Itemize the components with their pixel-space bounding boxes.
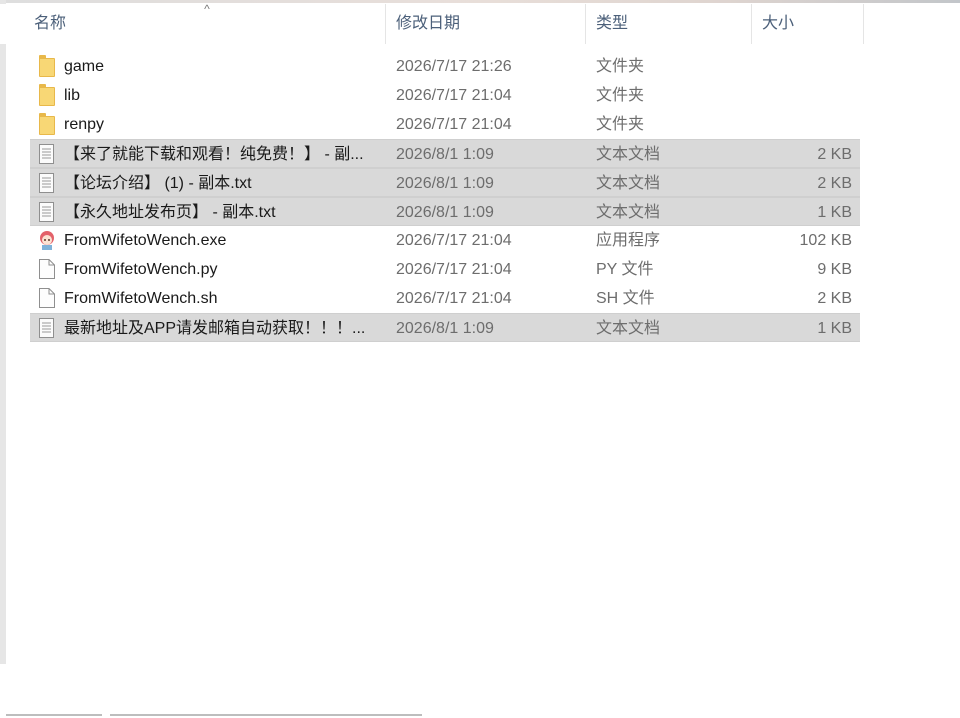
horizontal-scrollbar-thumb[interactable] (110, 714, 422, 716)
file-size: 2 KB (817, 290, 852, 307)
file-row[interactable]: FromWifetoWench.py 2026/7/17 21:04 PY 文件 9 … (30, 255, 860, 284)
file-size (730, 81, 852, 110)
file-size: 9 KB (817, 261, 852, 278)
file-explorer-window: 名称 修改日期 类型 大小 ^ game 2026/7/17 21:26 文件夹 li… (0, 0, 960, 718)
horizontal-scrollbar-left[interactable] (6, 714, 102, 716)
file-size: 2 KB (817, 175, 852, 192)
column-header-bar: 名称 修改日期 类型 大小 ^ (0, 2, 960, 44)
file-list: game 2026/7/17 21:26 文件夹 lib 2026/7/17 21:04… (30, 52, 860, 342)
file-name: 【永久地址发布页】 - 副本.txt (64, 204, 276, 221)
file-row[interactable]: 【论坛介绍】 (1) - 副本.txt 2026/8/1 1:09 文本文档 2 KB (30, 168, 860, 197)
folder-icon (38, 84, 56, 106)
file-modified-date: 2026/7/17 21:04 (396, 87, 512, 104)
file-name: 【来了就能下载和观看！纯免费！】 - 副... (64, 146, 364, 163)
blank-file-icon (38, 259, 56, 279)
file-modified-date: 2026/8/1 1:09 (396, 175, 494, 192)
window-top-strip (0, 0, 960, 3)
blank-file-icon (38, 288, 56, 308)
file-size (730, 52, 852, 81)
file-name: 最新地址及APP请发邮箱自动获取！！！... (64, 320, 366, 337)
app-character-icon (38, 230, 56, 250)
text-document-icon (38, 144, 56, 164)
text-document-icon (38, 202, 56, 222)
file-modified-date: 2026/7/17 21:04 (396, 290, 512, 307)
file-size: 1 KB (817, 320, 852, 337)
file-row[interactable]: 【永久地址发布页】 - 副本.txt 2026/8/1 1:09 文本文档 1 KB (30, 197, 860, 226)
file-name: FromWifetoWench.sh (64, 290, 218, 307)
column-header-type[interactable]: 类型 (586, 4, 752, 44)
file-modified-date: 2026/8/1 1:09 (396, 146, 494, 163)
file-name: game (64, 58, 105, 75)
file-modified-date: 2026/8/1 1:09 (396, 204, 494, 221)
file-modified-date: 2026/8/1 1:09 (396, 320, 494, 337)
text-document-icon (38, 318, 56, 338)
file-row[interactable]: game 2026/7/17 21:26 文件夹 (30, 52, 860, 81)
file-modified-date: 2026/7/17 21:04 (396, 232, 512, 249)
column-header-date[interactable]: 修改日期 (386, 4, 586, 44)
file-modified-date: 2026/7/17 21:04 (396, 116, 512, 133)
folder-icon (38, 113, 56, 135)
left-pane-edge (0, 0, 6, 664)
file-size: 1 KB (817, 204, 852, 221)
folder-icon (38, 55, 56, 77)
file-name: lib (64, 87, 81, 104)
file-modified-date: 2026/7/17 21:04 (396, 261, 512, 278)
file-modified-date: 2026/7/17 21:26 (396, 58, 512, 75)
file-name: FromWifetoWench.py (64, 261, 218, 278)
file-name: renpy (64, 116, 105, 133)
file-name: 【论坛介绍】 (1) - 副本.txt (64, 175, 252, 192)
file-row[interactable]: 【来了就能下载和观看！纯免费！】 - 副... 2026/8/1 1:09 文本文档… (30, 139, 860, 168)
column-header-size[interactable]: 大小 (752, 4, 864, 44)
file-size: 2 KB (817, 146, 852, 163)
file-row[interactable]: lib 2026/7/17 21:04 文件夹 (30, 81, 860, 110)
file-row[interactable]: FromWifetoWench.sh 2026/7/17 21:04 SH 文件 2 … (30, 284, 860, 313)
file-name: FromWifetoWench.exe (64, 232, 227, 249)
file-size (730, 110, 852, 139)
text-document-icon (38, 173, 56, 193)
file-row[interactable]: FromWifetoWench.exe 2026/7/17 21:04 应用程序 10… (30, 226, 860, 255)
file-row[interactable]: 最新地址及APP请发邮箱自动获取！！！... 2026/8/1 1:09 文本文档 1… (30, 313, 860, 342)
sort-ascending-icon: ^ (204, 2, 210, 16)
file-row[interactable]: renpy 2026/7/17 21:04 文件夹 (30, 110, 860, 139)
file-size: 102 KB (799, 232, 852, 249)
